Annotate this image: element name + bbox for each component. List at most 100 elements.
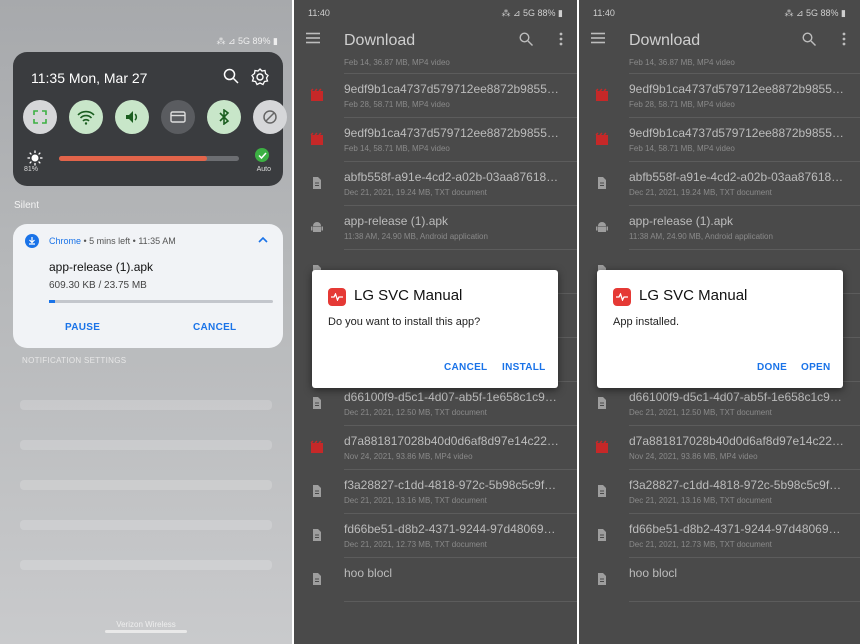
done-button[interactable]: DONE bbox=[757, 362, 787, 373]
notification-header: Chrome • 5 mins left • 11:35 AM bbox=[49, 236, 176, 246]
file-meta: Dec 21, 2021, 12.73 MB, TXT document bbox=[344, 540, 487, 549]
file-name: fd66be51-d8b2-4371-9244-97d480698... bbox=[344, 522, 560, 536]
document-icon bbox=[595, 176, 609, 190]
file-row[interactable]: d7a881817028b40d0d6af8d97e14c228... Nov 2… bbox=[579, 426, 860, 470]
auto-brightness-toggle[interactable] bbox=[255, 148, 269, 162]
carrier-label: Verizon Wireless bbox=[116, 620, 176, 629]
file-row[interactable]: 9edf9b1ca4737d579712ee8872b9855f... Feb 2… bbox=[294, 74, 577, 118]
video-icon bbox=[310, 440, 324, 454]
cancel-button[interactable]: CANCEL bbox=[193, 322, 236, 333]
status-time: 11:40 bbox=[308, 8, 330, 18]
more-options-icon[interactable] bbox=[559, 32, 563, 46]
app-logo-icon bbox=[328, 288, 346, 306]
file-row[interactable]: 9edf9b1ca4737d579712ee8872b9855f... Feb 2… bbox=[579, 74, 860, 118]
page-title: Download bbox=[629, 32, 701, 49]
cancel-button[interactable]: CANCEL bbox=[444, 362, 487, 373]
bluetooth-icon bbox=[219, 109, 230, 125]
status-bar: 11:40 ⁂ ⊿ 5G 88% ▮ bbox=[579, 0, 860, 24]
chevron-up-icon[interactable] bbox=[257, 234, 269, 246]
auto-label: Auto bbox=[256, 166, 271, 173]
file-row[interactable]: abfb558f-a91e-4cd2-a02b-03aa876180... Dec… bbox=[294, 162, 577, 206]
file-meta: Feb 28, 58.71 MB, MP4 video bbox=[629, 100, 735, 109]
file-row[interactable]: f3a28827-c1dd-4818-972c-5b98c5c9f6... Dec… bbox=[294, 470, 577, 514]
file-row[interactable]: d66100f9-d5c1-4d07-ab5f-1e658c1c9d... Dec… bbox=[294, 382, 577, 426]
file-row[interactable]: d66100f9-d5c1-4d07-ab5f-1e658c1c9d... Dec… bbox=[579, 382, 860, 426]
notification-progress-text: 609.30 KB / 23.75 MB bbox=[49, 280, 147, 291]
file-name: hoo blocl bbox=[344, 566, 393, 580]
file-name: 9edf9b1ca4737d579712ee8872b9855f... bbox=[629, 126, 845, 140]
file-row[interactable]: hoo blocl bbox=[294, 558, 577, 602]
app-logo-icon bbox=[613, 288, 631, 306]
video-icon bbox=[595, 132, 609, 146]
status-bar: ⁂ ⊿ 5G 89% ▮ bbox=[216, 36, 278, 46]
file-row[interactable]: abfb558f-a91e-4cd2-a02b-03aa876180... Dec… bbox=[579, 162, 860, 206]
card-icon bbox=[170, 111, 186, 123]
blurred-row bbox=[20, 400, 272, 410]
file-row[interactable]: fd66be51-d8b2-4371-9244-97d480698... Dec … bbox=[294, 514, 577, 558]
file-name: abfb558f-a91e-4cd2-a02b-03aa876180... bbox=[344, 170, 560, 184]
rotation-tile[interactable] bbox=[253, 100, 287, 134]
open-button[interactable]: OPEN bbox=[801, 362, 831, 373]
android-icon bbox=[595, 220, 609, 234]
sound-tile[interactable] bbox=[115, 100, 149, 134]
file-row[interactable]: 9edf9b1ca4737d579712ee8872b9855f... Feb 1… bbox=[294, 118, 577, 162]
file-row[interactable]: fd66be51-d8b2-4371-9244-97d480698... Dec … bbox=[579, 514, 860, 558]
notification-title: app-release (1).apk bbox=[49, 260, 154, 274]
document-icon bbox=[310, 396, 324, 410]
file-meta: Feb 14, 58.71 MB, MP4 video bbox=[344, 144, 450, 153]
file-meta: Feb 14, 36.87 MB, MP4 video bbox=[629, 58, 735, 67]
video-icon bbox=[595, 440, 609, 454]
file-name: fd66be51-d8b2-4371-9244-97d480698... bbox=[629, 522, 845, 536]
file-row[interactable]: f3a28827-c1dd-4818-972c-5b98c5c9f6... Dec… bbox=[579, 470, 860, 514]
notification-settings-link[interactable]: NOTIFICATION SETTINGS bbox=[22, 356, 126, 365]
pause-button[interactable]: PAUSE bbox=[65, 322, 100, 333]
file-row[interactable]: hoo blocl bbox=[579, 558, 860, 602]
home-indicator[interactable] bbox=[105, 630, 187, 633]
install-button[interactable]: INSTALL bbox=[502, 362, 546, 373]
menu-icon[interactable] bbox=[306, 32, 320, 44]
file-meta: Dec 21, 2021, 19.24 MB, TXT document bbox=[344, 188, 487, 197]
brightness-slider[interactable] bbox=[59, 156, 239, 161]
check-icon bbox=[257, 151, 267, 159]
rotation-lock-icon bbox=[263, 110, 277, 124]
more-options-icon[interactable] bbox=[842, 32, 846, 46]
card-tile[interactable] bbox=[161, 100, 195, 134]
app-bar: Download bbox=[294, 24, 577, 54]
download-notification[interactable]: Chrome • 5 mins left • 11:35 AM app-rele… bbox=[13, 224, 283, 348]
bluetooth-tile[interactable] bbox=[207, 100, 241, 134]
menu-icon[interactable] bbox=[591, 32, 605, 44]
quick-tiles bbox=[23, 100, 287, 134]
file-name: d66100f9-d5c1-4d07-ab5f-1e658c1c9d... bbox=[629, 390, 845, 404]
notification-shade-panel: ⁂ ⊿ 5G 89% ▮ 11:35 Mon, Mar 27 81% Auto … bbox=[0, 0, 292, 644]
file-meta: Nov 24, 2021, 93.86 MB, MP4 video bbox=[344, 452, 473, 461]
file-meta: Dec 21, 2021, 12.50 MB, TXT document bbox=[629, 408, 772, 417]
android-icon bbox=[310, 220, 324, 234]
file-row[interactable]: Feb 14, 36.87 MB, MP4 video bbox=[579, 54, 860, 74]
gear-icon[interactable] bbox=[251, 68, 269, 86]
file-name: f3a28827-c1dd-4818-972c-5b98c5c9f6... bbox=[629, 478, 845, 492]
blurred-row bbox=[20, 520, 272, 530]
file-meta: Feb 14, 36.87 MB, MP4 video bbox=[344, 58, 450, 67]
file-meta: Feb 14, 58.71 MB, MP4 video bbox=[629, 144, 735, 153]
file-name: f3a28827-c1dd-4818-972c-5b98c5c9f6... bbox=[344, 478, 560, 492]
file-row[interactable]: app-release (1).apk 11:38 AM, 24.90 MB, A… bbox=[579, 206, 860, 250]
dialog-title: LG SVC Manual bbox=[639, 287, 748, 304]
blurred-row bbox=[20, 560, 272, 570]
wifi-tile[interactable] bbox=[69, 100, 103, 134]
search-icon[interactable] bbox=[802, 32, 816, 46]
dialog-title: LG SVC Manual bbox=[354, 287, 463, 304]
search-icon[interactable] bbox=[519, 32, 533, 46]
video-icon bbox=[310, 88, 324, 102]
file-name: app-release (1).apk bbox=[629, 214, 734, 228]
status-icons: ⁂ ⊿ 5G 88% ▮ bbox=[784, 8, 846, 18]
installed-dialog: LG SVC Manual App installed. DONE OPEN bbox=[597, 270, 843, 388]
file-row[interactable]: d7a881817028b40d0d6af8d97e14c228... Nov 2… bbox=[294, 426, 577, 470]
file-row[interactable]: app-release (1).apk 11:38 AM, 24.90 MB, A… bbox=[294, 206, 577, 250]
file-row[interactable]: Feb 14, 36.87 MB, MP4 video bbox=[294, 54, 577, 74]
brightness-fill bbox=[59, 156, 207, 161]
silent-section-label: Silent bbox=[14, 200, 40, 211]
search-icon[interactable] bbox=[223, 68, 239, 84]
file-row[interactable]: 9edf9b1ca4737d579712ee8872b9855f... Feb 1… bbox=[579, 118, 860, 162]
screen-capture-tile[interactable] bbox=[23, 100, 57, 134]
dialog-message: App installed. bbox=[613, 316, 680, 328]
